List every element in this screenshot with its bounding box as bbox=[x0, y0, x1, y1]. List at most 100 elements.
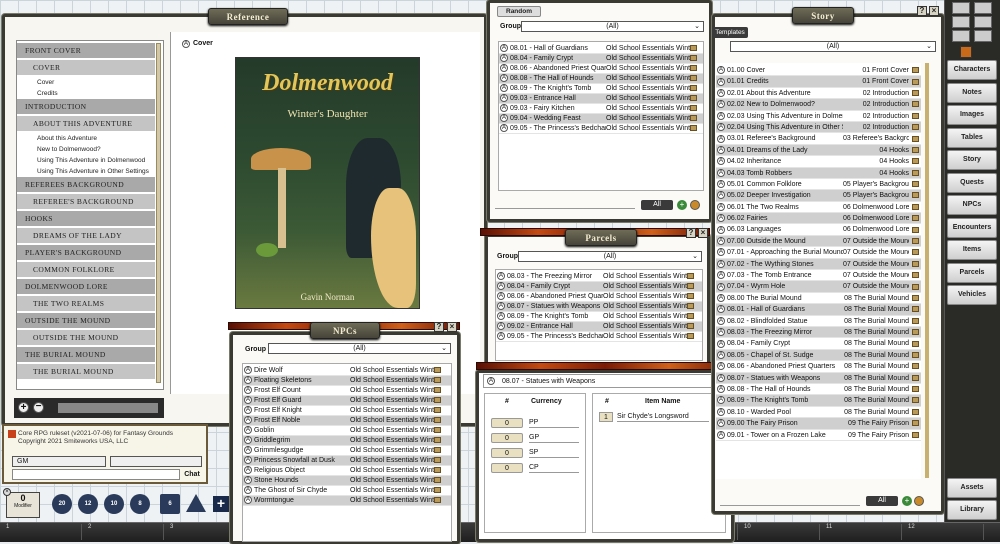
link-icon[interactable]: A bbox=[244, 396, 252, 405]
currency-amount[interactable]: 0 bbox=[491, 418, 523, 428]
link-icon[interactable]: A bbox=[717, 180, 725, 189]
close-icon[interactable]: × bbox=[447, 322, 457, 332]
list-item[interactable]: A Wormtongue Old School Essentials Winte bbox=[243, 496, 451, 506]
link-icon[interactable]: A bbox=[500, 54, 508, 63]
toc-item[interactable]: Front Cover bbox=[17, 43, 155, 58]
hotbar-slot[interactable]: 2 bbox=[86, 524, 164, 540]
book-icon[interactable] bbox=[690, 75, 697, 82]
link-icon[interactable]: A bbox=[717, 373, 725, 382]
story-entry[interactable]: A 08.00 The Burial Mound 08 The Burial Mou… bbox=[716, 293, 921, 305]
link-icon[interactable]: A bbox=[500, 44, 508, 53]
link-icon[interactable]: A bbox=[497, 322, 505, 331]
link-icon[interactable]: A bbox=[717, 157, 725, 166]
book-icon[interactable] bbox=[687, 303, 694, 310]
list-item[interactable]: A 08.03 - The Freezing Mirror Old School E… bbox=[496, 272, 702, 282]
tool-icon-2[interactable] bbox=[974, 2, 992, 14]
link-icon[interactable]: A bbox=[244, 486, 252, 495]
story-entry[interactable]: A 08.04 - Family Crypt 08 The Burial Mound bbox=[716, 338, 921, 350]
book-icon[interactable] bbox=[912, 386, 919, 393]
link-icon[interactable]: A bbox=[487, 377, 495, 385]
book-icon[interactable] bbox=[912, 181, 919, 188]
list-item[interactable]: A Frost Elf Noble Old School Essentials Wi… bbox=[243, 416, 451, 426]
help-icon[interactable]: ? bbox=[686, 228, 696, 238]
list-item[interactable]: A 08.01 - Hall of Guardians Old School Ess… bbox=[499, 44, 703, 54]
list-item[interactable]: A 08.04 - Family Crypt Old School Essentia… bbox=[496, 282, 702, 292]
toc-search-input[interactable] bbox=[58, 403, 158, 413]
link-icon[interactable]: A bbox=[717, 248, 725, 257]
link-icon[interactable]: A bbox=[244, 476, 252, 485]
book-icon[interactable] bbox=[687, 293, 694, 300]
link-icon[interactable]: A bbox=[717, 328, 725, 337]
d20-icon[interactable]: 20 bbox=[52, 494, 72, 514]
toc-item[interactable]: Dreams of the Lady bbox=[17, 228, 155, 243]
chat-button[interactable]: Chat bbox=[182, 469, 202, 480]
link-icon[interactable]: A bbox=[244, 416, 252, 425]
sidebar-characters-button[interactable]: Characters bbox=[947, 60, 997, 80]
book-icon[interactable] bbox=[912, 431, 919, 438]
sidebar-notes-button[interactable]: Notes bbox=[947, 82, 997, 103]
link-icon[interactable]: A bbox=[497, 292, 505, 301]
list-item[interactable]: A09.05 - The Princess's BedchamberOld Sc… bbox=[496, 332, 702, 342]
book-icon[interactable] bbox=[434, 387, 441, 394]
toc-item[interactable]: New to Dolmenwood? bbox=[17, 144, 155, 155]
story-entry[interactable]: A 06.01 The Two Realms 06 Dolmenwood Lore bbox=[716, 202, 921, 214]
book-icon[interactable] bbox=[912, 192, 919, 199]
book-icon[interactable] bbox=[912, 215, 919, 222]
edit-icon[interactable] bbox=[914, 496, 924, 506]
list-item[interactable]: A Griddlegrim Old School Essentials Winte bbox=[243, 436, 451, 446]
book-icon[interactable] bbox=[434, 467, 441, 474]
hotbar-slot[interactable]: 1 bbox=[4, 524, 82, 540]
tool-icon-6[interactable] bbox=[974, 30, 992, 42]
link-icon[interactable]: A bbox=[717, 305, 725, 314]
list-item[interactable]: A The Ghost of Sir Chyde Old School Essent… bbox=[243, 486, 451, 496]
link-icon[interactable]: A bbox=[497, 282, 505, 291]
sidebar-vehicles-button[interactable]: Vehicles bbox=[947, 285, 997, 305]
book-icon[interactable] bbox=[912, 101, 919, 108]
book-icon[interactable] bbox=[912, 420, 919, 427]
sidebar-npcs-button[interactable]: NPCs bbox=[947, 195, 997, 215]
link-icon[interactable]: A bbox=[717, 77, 725, 86]
list-item[interactable]: A Frost Elf Count Old School Essentials Wi… bbox=[243, 386, 451, 396]
book-icon[interactable] bbox=[434, 407, 441, 414]
sidebar-assets-button[interactable]: Assets bbox=[947, 478, 997, 498]
story-entry[interactable]: A 08.10 - Warded Pool 08 The Burial Mound bbox=[716, 407, 921, 419]
story-entry[interactable]: A02.03 Using This Adventure in Dolmenwoo… bbox=[716, 111, 921, 122]
link-icon[interactable]: A bbox=[717, 407, 725, 416]
book-icon[interactable] bbox=[690, 65, 697, 72]
story-entry[interactable]: A02.04 Using This Adventure in Other Set… bbox=[716, 121, 921, 134]
book-icon[interactable] bbox=[912, 238, 919, 245]
list-item[interactable]: A Frost Elf Guard Old School Essentials Wi… bbox=[243, 396, 451, 406]
book-icon[interactable] bbox=[687, 333, 694, 340]
toc-item[interactable]: Using This Adventure in Other Settings bbox=[17, 166, 155, 177]
link-icon[interactable]: A bbox=[717, 293, 725, 302]
story-entry[interactable]: A 04.01 Dreams of the Lady 04 Hooks bbox=[716, 144, 921, 157]
story-entry[interactable]: A 01.00 Cover 01 Front Cover bbox=[716, 65, 921, 77]
list-item[interactable]: A Goblin Old School Essentials Winte bbox=[243, 426, 451, 436]
tool-icon-4[interactable] bbox=[974, 16, 992, 28]
sidebar-library-button[interactable]: Library bbox=[947, 500, 997, 520]
add-icon[interactable]: + bbox=[902, 496, 912, 506]
link-icon[interactable]: A bbox=[500, 74, 508, 83]
link-icon[interactable]: A bbox=[717, 214, 725, 223]
book-icon[interactable] bbox=[912, 226, 919, 233]
story-top-filter[interactable] bbox=[495, 200, 635, 209]
hotbar-slot[interactable]: 12 bbox=[906, 524, 984, 540]
link-icon[interactable]: A bbox=[497, 332, 505, 341]
link-icon[interactable]: A bbox=[182, 40, 190, 48]
book-icon[interactable] bbox=[912, 67, 919, 74]
book-icon[interactable] bbox=[434, 367, 441, 374]
book-icon[interactable] bbox=[912, 317, 919, 324]
story-top-all-button[interactable]: All bbox=[641, 200, 673, 210]
toc-item[interactable]: Hooks bbox=[17, 211, 155, 226]
link-icon[interactable]: A bbox=[717, 430, 725, 439]
story-entry[interactable]: A 07.02 - The Wything Stones 07 Outside th… bbox=[716, 258, 921, 271]
tool-icon-5[interactable] bbox=[952, 30, 970, 42]
book-icon[interactable] bbox=[434, 417, 441, 424]
link-icon[interactable]: A bbox=[717, 419, 725, 428]
toc-item[interactable]: Cover bbox=[17, 60, 155, 75]
remove-icon[interactable]: − bbox=[33, 402, 44, 413]
toc-item[interactable]: Player's Background bbox=[17, 245, 155, 260]
d6-icon[interactable]: 6 bbox=[160, 494, 180, 514]
book-icon[interactable] bbox=[434, 437, 441, 444]
link-icon[interactable]: A bbox=[244, 386, 252, 395]
